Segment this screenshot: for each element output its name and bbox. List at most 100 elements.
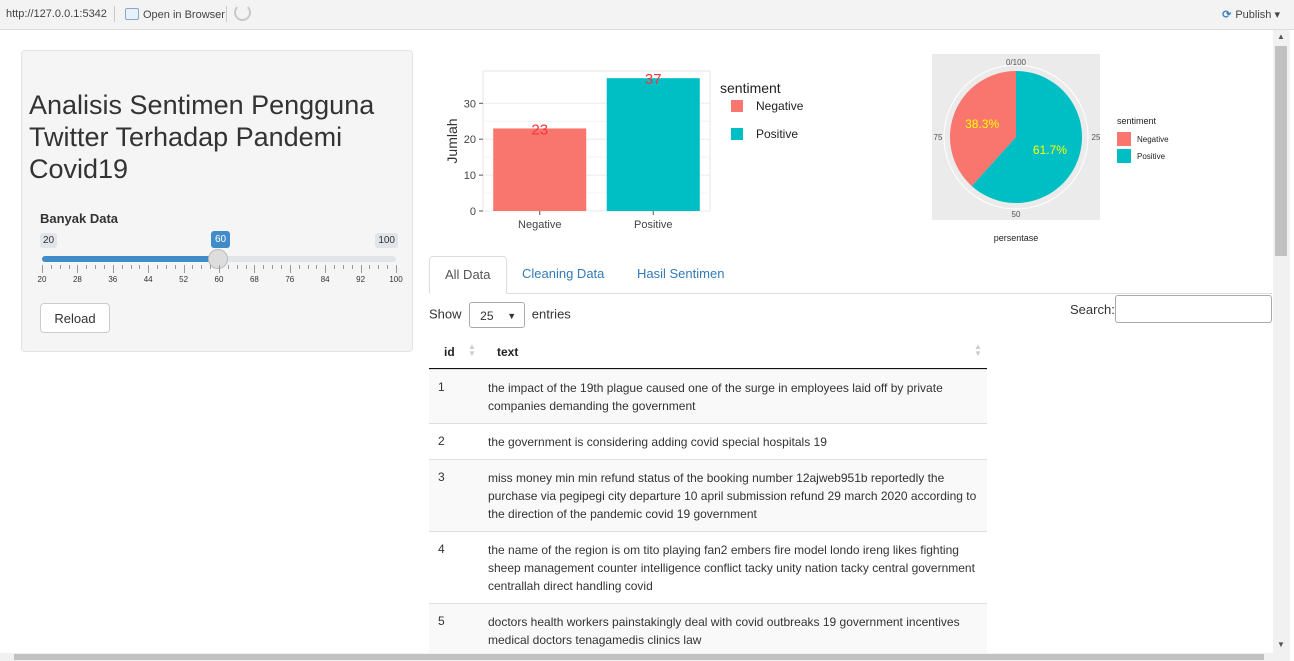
- pie-slice-label: 61.7%: [1033, 143, 1067, 157]
- x-tick-label: Negative: [518, 219, 561, 231]
- y-tick-label: 30: [464, 98, 476, 110]
- publish-button[interactable]: ⟳ Publish ▾: [1222, 8, 1280, 21]
- scroll-up-icon[interactable]: ▲: [1277, 32, 1285, 41]
- refresh-icon[interactable]: [234, 4, 251, 21]
- pie-angle-tick: 50: [1012, 210, 1021, 219]
- legend-label: Positive: [756, 127, 798, 141]
- table-row[interactable]: 3 miss money min min refund status of the…: [429, 459, 987, 531]
- slider-tick: [289, 265, 291, 273]
- x-tick-label: Positive: [634, 219, 673, 231]
- pie-slice-label: 38.3%: [965, 117, 999, 131]
- search-input[interactable]: [1115, 295, 1272, 323]
- open-in-browser-button[interactable]: Open in Browser: [125, 8, 225, 21]
- pie-legend-swatch: [1117, 149, 1131, 163]
- horizontal-scrollbar-thumb[interactable]: [14, 654, 1264, 660]
- sort-icon[interactable]: ▲ ▼: [974, 343, 982, 358]
- row-id-cell: 4: [438, 542, 445, 556]
- scroll-down-icon[interactable]: ▼: [1277, 640, 1285, 649]
- bar-chart: 23 37 0 10 20 30 Negative Positive Jumlah sen…: [444, 70, 804, 231]
- entries-label: entries: [531, 306, 571, 322]
- slider-tick: [210, 265, 212, 269]
- slider-tick-label: 68: [249, 275, 259, 284]
- row-id-cell: 1: [438, 380, 445, 394]
- slider-tick: [316, 265, 318, 269]
- slider-tick: [68, 265, 70, 269]
- slider-tick: [157, 265, 159, 269]
- slider-tick: [183, 265, 185, 273]
- pie-legend-label: Positive: [1137, 152, 1166, 161]
- browser-window-icon: [125, 8, 139, 20]
- chevron-down-icon: ▼: [507, 311, 517, 321]
- toolbar-divider: [226, 6, 227, 22]
- table-row[interactable]: 2 the government is considering adding co…: [429, 423, 987, 459]
- slider-tick: [334, 265, 336, 269]
- pie-legend-label: Negative: [1137, 135, 1169, 144]
- slider-ticks: [42, 265, 397, 273]
- slider-tick: [42, 265, 43, 273]
- column-header-text[interactable]: text: [497, 345, 518, 359]
- row-text-cell: miss money min min refund status of the …: [488, 471, 977, 521]
- x-axis: Negative Positive: [518, 211, 673, 231]
- slider-tick-label: 76: [285, 275, 295, 284]
- slider-tick: [236, 265, 238, 269]
- slider-value-label: 60: [211, 231, 231, 248]
- slider-tick-label: 44: [143, 275, 153, 284]
- row-text-cell: the government is considering adding cov…: [488, 435, 827, 449]
- table-row[interactable]: 1 the impact of the 19th plague caused on…: [429, 369, 987, 423]
- entries-control: Show 25 ▼ entries: [429, 302, 571, 328]
- publish-icon: ⟳: [1222, 9, 1232, 21]
- slider-tick-label: 20: [37, 275, 47, 284]
- slider-tick: [112, 265, 114, 273]
- show-label: Show: [429, 306, 462, 322]
- slider-tick-label: 100: [389, 275, 403, 284]
- row-text-cell: doctors health workers painstakingly dea…: [488, 615, 960, 647]
- slider-tick-label: 36: [108, 275, 118, 284]
- scrollbar-thumb[interactable]: [1275, 46, 1287, 256]
- slider-tick: [219, 265, 220, 273]
- slider-tick: [139, 265, 141, 269]
- entries-select-value: 25: [480, 309, 494, 323]
- y-tick-label: 0: [470, 206, 476, 218]
- entries-select[interactable]: 25 ▼: [469, 302, 526, 328]
- slider-tick-label: 92: [356, 275, 366, 284]
- pie-legend-title: sentiment: [1117, 116, 1157, 126]
- bar-positive: [606, 78, 700, 211]
- tab-hasil-sentimen[interactable]: Hasil Sentimen: [622, 256, 739, 293]
- tab-cleaning-data[interactable]: Cleaning Data: [507, 256, 619, 293]
- slider-tick: [245, 265, 247, 269]
- table-row[interactable]: 4 the name of the region is om tito playi…: [429, 531, 987, 603]
- banyak-data-slider[interactable]: 20 100 60 20 28 36 44 52 60 68 76 84 92 100: [37, 231, 403, 291]
- slider-tick: [77, 265, 79, 273]
- slider-tick: [130, 265, 132, 269]
- vertical-scrollbar[interactable]: ▲ ▼: [1273, 30, 1290, 653]
- slider-tick: [307, 265, 309, 269]
- slider-tick: [387, 265, 389, 269]
- reload-button[interactable]: Reload: [40, 303, 110, 333]
- slider-tick: [360, 265, 362, 273]
- table-row[interactable]: 5 doctors health workers painstakingly de…: [429, 603, 987, 657]
- slider-tick-label: 84: [320, 275, 330, 284]
- table-header: id ▲ ▼ text ▲ ▼: [429, 335, 987, 369]
- slider-tick: [254, 265, 256, 273]
- slider-max-label: 100: [375, 233, 398, 248]
- column-header-id[interactable]: id: [444, 345, 455, 359]
- sort-icon[interactable]: ▲ ▼: [468, 343, 476, 358]
- pie-legend: Negative Positive: [1117, 132, 1169, 163]
- pie-legend-swatch: [1117, 132, 1131, 146]
- row-id-cell: 5: [438, 614, 445, 628]
- slider-tick: [86, 265, 88, 269]
- slider-tick: [263, 265, 265, 269]
- toolbar-divider: [114, 6, 115, 22]
- pie-angle-tick: 75: [934, 133, 943, 142]
- legend-label: Negative: [756, 99, 804, 113]
- slider-tick: [325, 265, 327, 273]
- search-label: Search:: [1070, 302, 1115, 317]
- horizontal-scrollbar[interactable]: [0, 653, 1290, 661]
- tab-all-data[interactable]: All Data: [429, 256, 507, 294]
- slider-tick: [103, 265, 105, 269]
- row-text-cell: the impact of the 19th plague caused one…: [488, 381, 943, 413]
- publish-label: Publish ▾: [1235, 9, 1280, 21]
- slider-tick-label: 60: [214, 275, 224, 284]
- slider-fill: [42, 256, 218, 262]
- tabset: All Data Cleaning Data Hasil Sentimen: [429, 256, 1272, 294]
